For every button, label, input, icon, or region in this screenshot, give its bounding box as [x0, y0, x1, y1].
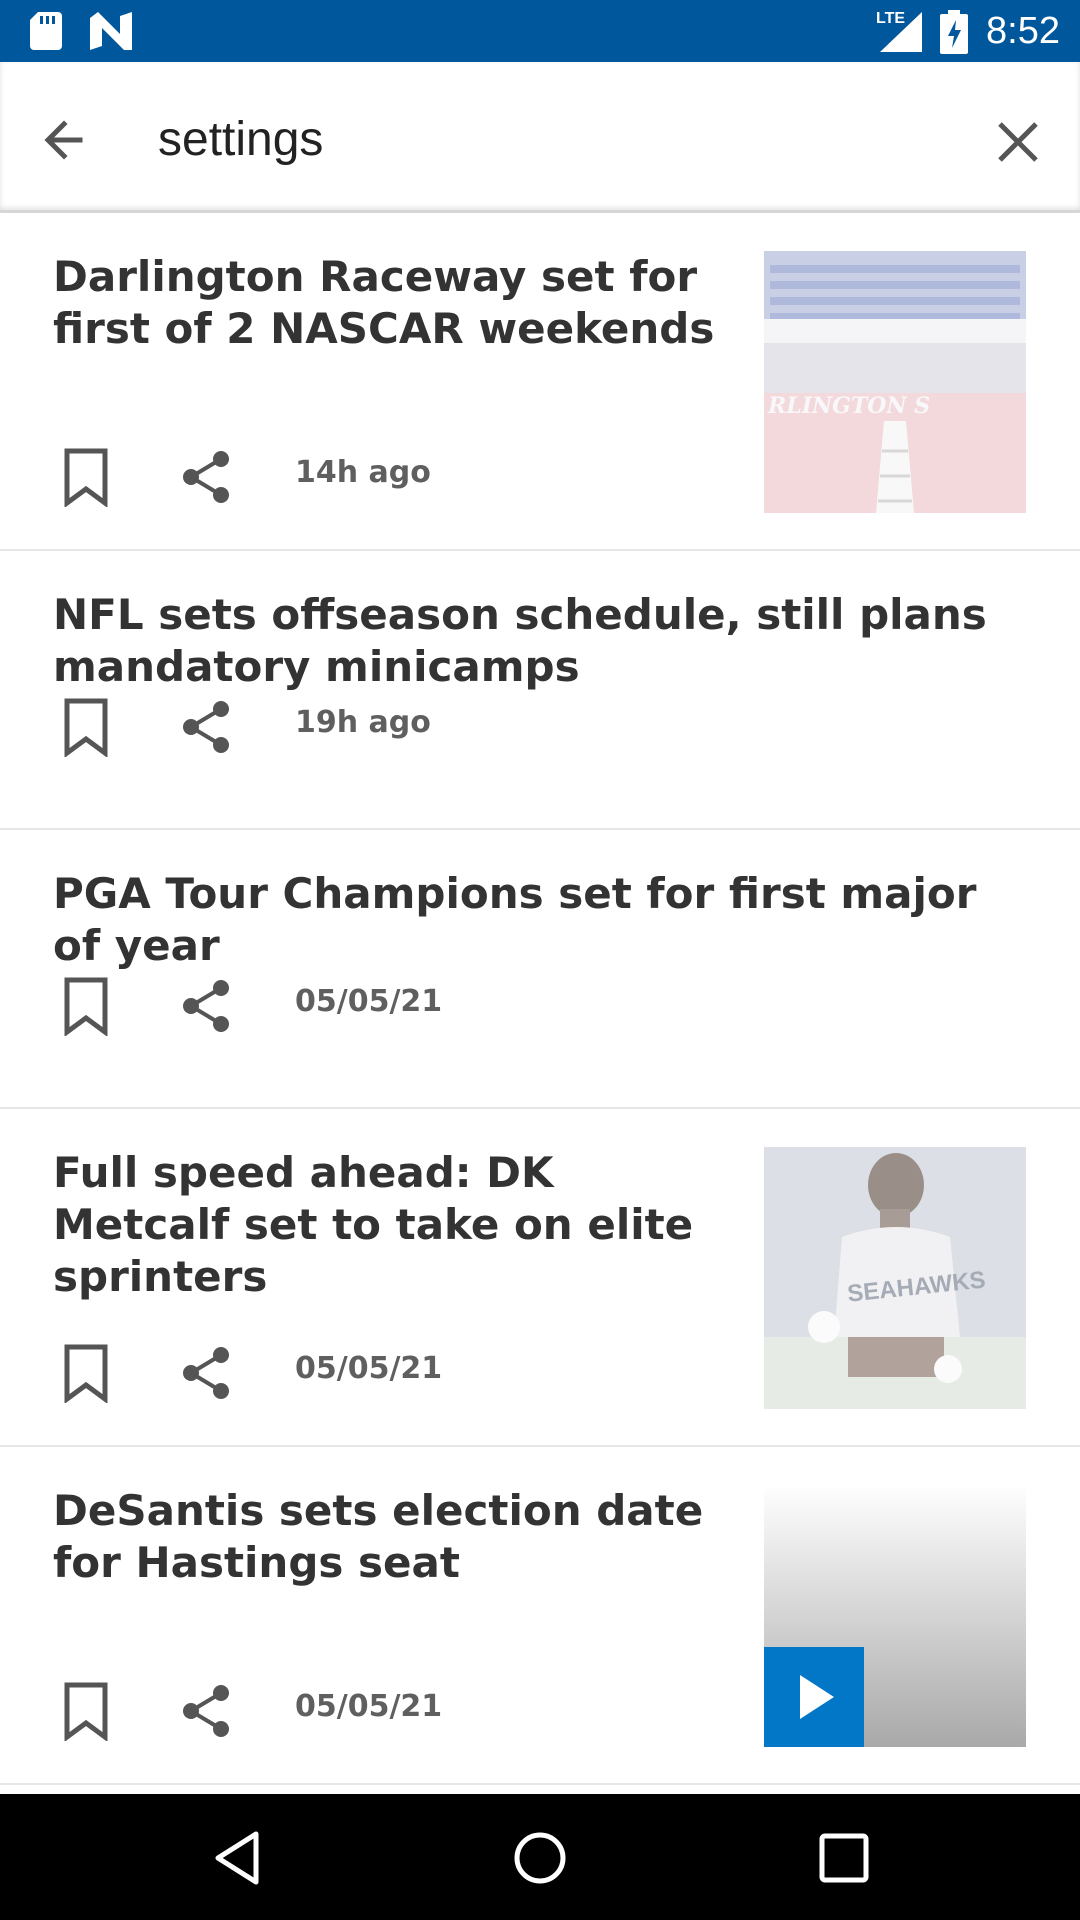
article-title[interactable]: Full speed ahead: DK Metcalf set to take…	[53, 1147, 733, 1303]
home-circle-icon[interactable]	[510, 1828, 570, 1888]
bookmark-icon[interactable]	[61, 447, 111, 507]
player-thumbnail[interactable]: SEAHAWKS	[764, 1147, 1026, 1409]
battery-charging-icon	[940, 10, 968, 54]
bookmark-icon[interactable]	[61, 976, 111, 1036]
article-title[interactable]: PGA Tour Champions set for first major o…	[53, 868, 1033, 972]
arrow-back-icon[interactable]	[36, 112, 92, 168]
list-item[interactable]: Full speed ahead: DK Metcalf set to take…	[0, 1109, 1080, 1447]
news-app-icon	[90, 12, 132, 50]
raceway-thumbnail[interactable]: RLINGTON S	[764, 251, 1026, 513]
back-triangle-icon[interactable]	[208, 1828, 268, 1888]
article-date: 14h ago	[295, 455, 431, 490]
article-date: 05/05/21	[295, 984, 443, 1019]
article-date: 05/05/21	[295, 1689, 443, 1724]
status-time: 8:52	[986, 10, 1060, 52]
share-icon[interactable]	[179, 449, 235, 505]
list-item[interactable]: PGA Tour Champions set for first major o…	[0, 830, 1080, 1109]
share-icon[interactable]	[179, 978, 235, 1034]
list-item[interactable]: DeSantis sets election date for Hastings…	[0, 1447, 1080, 1785]
bookmark-icon[interactable]	[61, 1681, 111, 1741]
navigation-bar	[0, 1794, 1080, 1920]
search-header: settings	[0, 62, 1080, 213]
play-icon	[800, 1675, 834, 1719]
bookmark-icon[interactable]	[61, 697, 111, 757]
video-thumbnail[interactable]	[764, 1485, 1026, 1747]
sd-card-icon	[30, 12, 62, 50]
lte-signal-icon	[880, 12, 922, 52]
bookmark-icon[interactable]	[61, 1343, 111, 1403]
share-icon[interactable]	[179, 1683, 235, 1739]
list-item[interactable]: Darlington Raceway set for first of 2 NA…	[0, 213, 1080, 551]
article-title[interactable]: DeSantis sets election date for Hastings…	[53, 1485, 733, 1589]
search-results-list: Darlington Raceway set for first of 2 NA…	[0, 213, 1080, 1785]
list-item[interactable]: NFL sets offseason schedule, still plans…	[0, 551, 1080, 830]
article-title[interactable]: Darlington Raceway set for first of 2 NA…	[53, 251, 733, 355]
play-button[interactable]	[764, 1647, 864, 1747]
svg-text:RLINGTON S: RLINGTON S	[767, 393, 930, 419]
search-input[interactable]: settings	[158, 110, 323, 170]
article-title[interactable]: NFL sets offseason schedule, still plans…	[53, 589, 1033, 693]
article-date: 05/05/21	[295, 1351, 443, 1386]
recents-square-icon[interactable]	[814, 1828, 874, 1888]
share-icon[interactable]	[179, 699, 235, 755]
status-bar: LTE 8:52	[0, 0, 1080, 62]
close-icon[interactable]	[990, 114, 1046, 170]
share-icon[interactable]	[179, 1345, 235, 1401]
article-date: 19h ago	[295, 705, 431, 740]
